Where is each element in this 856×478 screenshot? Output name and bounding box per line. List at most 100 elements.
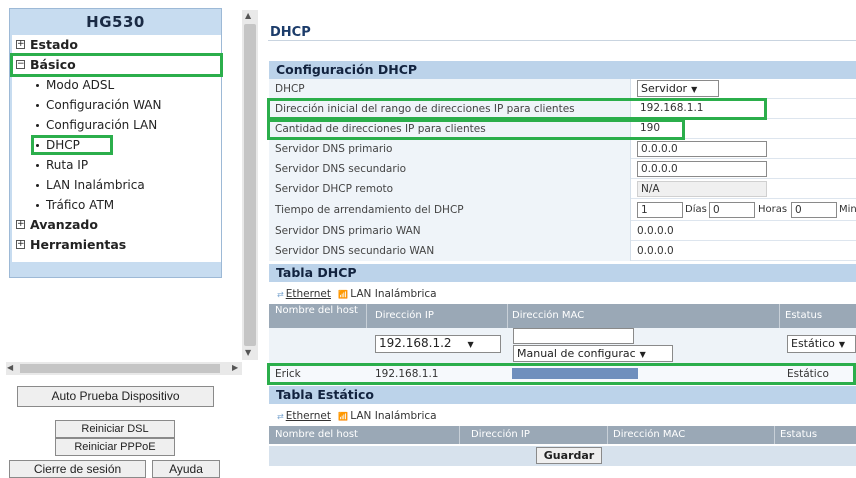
- days-unit-label: Días: [685, 204, 707, 215]
- lease-days-field[interactable]: 1: [637, 202, 683, 218]
- menu-dhcp[interactable]: DHCP: [12, 135, 221, 155]
- menu-herramientas[interactable]: + Herramientas: [12, 235, 221, 255]
- static-table-header: Nombre del host Dirección IP Dirección M…: [269, 426, 856, 444]
- row-label: Servidor DNS primario: [269, 139, 631, 159]
- lease-minutes-field[interactable]: 0: [791, 202, 837, 218]
- ip-cell: 192.168.1.1: [375, 368, 439, 380]
- menu-modo-adsl[interactable]: Modo ADSL: [12, 75, 221, 95]
- sidebar: HG530 + Estado − Básico Modo ADSL Config…: [9, 8, 223, 278]
- row-ip-count: Cantidad de direcciones IP para clientes…: [269, 119, 856, 139]
- vertical-scrollbar[interactable]: ▲ ▼: [242, 10, 258, 360]
- page-title: DHCP: [270, 25, 311, 40]
- minutes-unit-label: Min: [839, 204, 856, 215]
- ethernet-icon: ⇄: [277, 290, 284, 299]
- table-row: Erick 192.168.1.1 Estático: [269, 365, 856, 383]
- mac-mode-select[interactable]: Manual de configurac ▼: [513, 345, 673, 362]
- menu-estado[interactable]: + Estado: [12, 35, 221, 55]
- collapse-icon[interactable]: −: [16, 60, 25, 69]
- select-value: Estático: [791, 337, 835, 350]
- select-value: 192.168.1.2: [379, 336, 452, 350]
- row-dns-secondary: Servidor DNS secundario 0.0.0.0: [269, 159, 856, 179]
- menu-label: Básico: [30, 57, 76, 72]
- bullet-icon: [36, 124, 39, 127]
- chevron-down-icon: ▼: [691, 85, 698, 94]
- row-label: Servidor DHCP remoto: [269, 179, 631, 199]
- expand-icon[interactable]: +: [16, 220, 25, 229]
- row-label: Tiempo de arrendamiento del DHCP: [269, 199, 631, 221]
- col-mac: Dirección MAC: [512, 310, 585, 321]
- wireless-icon: 📶: [338, 412, 349, 421]
- scrollbar-thumb[interactable]: [20, 364, 220, 373]
- tab-wlan[interactable]: LAN Inalámbrica: [350, 410, 436, 422]
- restart-dsl-button[interactable]: Reiniciar DSL: [55, 420, 175, 438]
- row-label: Cantidad de direcciones IP para clientes: [269, 119, 631, 139]
- tab-ethernet[interactable]: Ethernet: [286, 288, 331, 300]
- static-table-tabs: ⇄ Ethernet 📶 LAN Inalámbrica: [277, 410, 437, 422]
- dhcp-table-header: Nombre del host Dirección IP Dirección M…: [269, 304, 856, 328]
- select-value: Servidor: [641, 82, 688, 95]
- bullet-icon: [36, 164, 39, 167]
- col-ip: Dirección IP: [375, 310, 434, 321]
- row-dhcp-mode: DHCP Servidor ▼: [269, 79, 856, 99]
- menu-config-wan[interactable]: Configuración WAN: [12, 95, 221, 115]
- scrollbar-thumb[interactable]: [244, 24, 256, 346]
- col-status: Estatus: [785, 310, 823, 321]
- scroll-left-icon[interactable]: ◀: [7, 363, 13, 372]
- expand-icon[interactable]: +: [16, 40, 25, 49]
- row-start-ip: Dirección inicial del rango de direccion…: [269, 99, 856, 119]
- chevron-down-icon: ▼: [639, 350, 646, 359]
- menu-lan-inalambrica[interactable]: LAN Inalámbrica: [12, 175, 221, 195]
- status-cell: Estático: [787, 368, 829, 380]
- menu-basico[interactable]: − Básico: [10, 53, 223, 77]
- row-label: Servidor DNS secundario WAN: [269, 241, 631, 261]
- help-button[interactable]: Ayuda: [152, 460, 220, 478]
- dns-primary-field[interactable]: 0.0.0.0: [637, 141, 767, 157]
- ip-select[interactable]: 192.168.1.2 ▼: [375, 335, 501, 353]
- tab-wlan[interactable]: LAN Inalámbrica: [350, 288, 436, 300]
- bullet-icon: [36, 104, 39, 107]
- menu-ruta-ip[interactable]: Ruta IP: [12, 155, 221, 175]
- scroll-down-icon[interactable]: ▼: [245, 348, 251, 357]
- scroll-up-icon[interactable]: ▲: [245, 11, 251, 20]
- menu-trafico-atm[interactable]: Tráfico ATM: [12, 195, 221, 215]
- row-label: Servidor DNS primario WAN: [269, 221, 631, 241]
- lease-hours-field[interactable]: 0: [709, 202, 755, 218]
- bullet-icon: [36, 84, 39, 87]
- row-wan-dns-primary: Servidor DNS primario WAN 0.0.0.0: [269, 221, 856, 241]
- scroll-right-icon[interactable]: ▶: [232, 363, 238, 372]
- menu-label: Configuración WAN: [46, 98, 162, 112]
- menu-avanzado[interactable]: + Avanzado: [12, 215, 221, 235]
- dhcp-config-heading: Configuración DHCP: [269, 61, 856, 79]
- dhcp-mode-select[interactable]: Servidor ▼: [637, 80, 719, 97]
- wan-dns-secondary-value: 0.0.0.0: [637, 245, 674, 257]
- auto-test-button[interactable]: Auto Prueba Dispositivo: [17, 386, 214, 407]
- mac-input[interactable]: [513, 328, 634, 344]
- chevron-down-icon: ▼: [467, 340, 474, 349]
- menu-label: Configuración LAN: [46, 118, 158, 132]
- bullet-icon: [36, 204, 39, 207]
- logout-button[interactable]: Cierre de sesión: [9, 460, 146, 478]
- tab-ethernet[interactable]: Ethernet: [286, 410, 331, 422]
- start-ip-field[interactable]: 192.168.1.1: [637, 101, 765, 117]
- restart-pppoe-button[interactable]: Reiniciar PPPoE: [55, 438, 175, 456]
- menu-label: Avanzado: [30, 217, 98, 232]
- save-button[interactable]: Guardar: [536, 447, 602, 464]
- row-lease-time: Tiempo de arrendamiento del DHCP 1 Días …: [269, 199, 856, 221]
- dns-secondary-field[interactable]: 0.0.0.0: [637, 161, 767, 177]
- row-label: Servidor DNS secundario: [269, 159, 631, 179]
- ip-count-field[interactable]: 190: [637, 121, 681, 137]
- col-mac: Dirección MAC: [613, 429, 686, 440]
- remote-dhcp-field: N/A: [637, 181, 767, 197]
- horizontal-scrollbar[interactable]: ◀ ▶: [6, 362, 242, 375]
- expand-icon[interactable]: +: [16, 240, 25, 249]
- wan-dns-primary-value: 0.0.0.0: [637, 225, 674, 237]
- menu-config-lan[interactable]: Configuración LAN: [12, 115, 221, 135]
- static-table-heading: Tabla Estático: [269, 386, 856, 404]
- menu-label: Herramientas: [30, 237, 127, 252]
- title-divider: [268, 40, 856, 41]
- row-wan-dns-secondary: Servidor DNS secundario WAN 0.0.0.0: [269, 241, 856, 261]
- row-label: DHCP: [269, 79, 631, 99]
- bullet-icon: [36, 144, 39, 147]
- status-select[interactable]: Estático ▼: [787, 335, 856, 353]
- menu-label: LAN Inalámbrica: [46, 178, 145, 192]
